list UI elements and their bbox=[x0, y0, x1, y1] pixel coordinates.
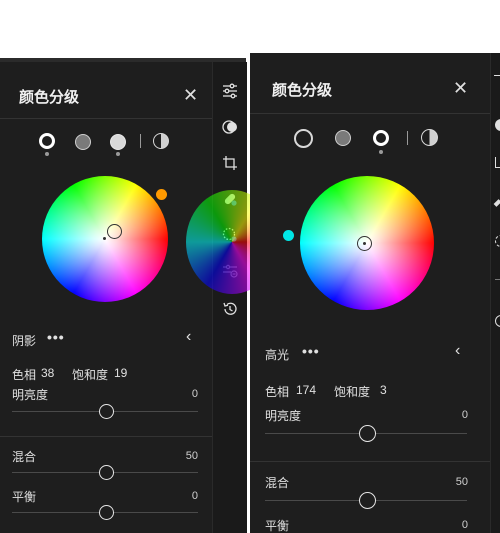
blend-slider-thumb[interactable] bbox=[358, 492, 376, 509]
blend-value[interactable]: 50 bbox=[440, 476, 468, 488]
tint-swatch bbox=[283, 230, 294, 241]
mode-midtones-button[interactable] bbox=[335, 130, 351, 146]
presets-icon[interactable] bbox=[495, 279, 500, 280]
panel-title: 颜色分级 bbox=[19, 89, 80, 106]
edit-toolbar-cropped bbox=[490, 53, 500, 533]
balance-label: 平衡 bbox=[265, 519, 290, 533]
history-icon[interactable] bbox=[495, 315, 500, 327]
balance-value[interactable]: 0 bbox=[440, 519, 468, 531]
luminance-label: 明亮度 bbox=[265, 409, 302, 423]
mode-indicator-dot bbox=[45, 152, 49, 156]
saturation-label: 饱和度 bbox=[72, 368, 109, 382]
saturation-label: 饱和度 bbox=[334, 385, 371, 399]
hue-label: 色相 bbox=[12, 368, 37, 382]
collapse-chevron[interactable]: ‹ bbox=[186, 328, 191, 346]
mask-icon[interactable] bbox=[495, 119, 500, 131]
mode-separator bbox=[140, 134, 141, 148]
sliders-icon[interactable] bbox=[494, 75, 500, 77]
color-grading-panel-shadows: 颜色分级 ✕ 阴影 ••• ‹ 色相 38 饱和度 19 明亮度 0 混合 50… bbox=[0, 62, 212, 533]
saturation-value[interactable]: 3 bbox=[380, 383, 387, 397]
section-divider bbox=[250, 461, 490, 462]
close-button[interactable]: ✕ bbox=[183, 86, 198, 104]
sliders-icon[interactable] bbox=[221, 82, 239, 100]
crop-icon[interactable] bbox=[495, 157, 500, 168]
close-button[interactable]: ✕ bbox=[453, 79, 468, 97]
collapse-chevron[interactable]: ‹ bbox=[455, 342, 460, 360]
hue-value[interactable]: 174 bbox=[296, 383, 316, 397]
edit-toolbar bbox=[212, 62, 247, 533]
mode-midtones-button[interactable] bbox=[75, 134, 91, 150]
luminance-slider-thumb[interactable] bbox=[98, 404, 114, 419]
saturation-value[interactable]: 19 bbox=[114, 366, 127, 380]
mode-highlights-button[interactable] bbox=[110, 134, 126, 150]
balance-value[interactable]: 0 bbox=[170, 490, 198, 502]
wheel-center-point bbox=[363, 242, 366, 245]
section-label: 阴影 bbox=[12, 334, 37, 348]
mask-icon[interactable] bbox=[221, 118, 239, 136]
blend-label: 混合 bbox=[12, 450, 37, 464]
blend-label: 混合 bbox=[265, 476, 290, 490]
header-divider bbox=[0, 118, 212, 119]
mode-shadows-button[interactable] bbox=[294, 129, 313, 148]
mode-global-button[interactable] bbox=[153, 133, 169, 149]
luminance-slider-thumb[interactable] bbox=[358, 425, 376, 442]
radial-selection-icon[interactable] bbox=[495, 235, 500, 247]
header-divider bbox=[250, 113, 490, 114]
mode-shadows-button[interactable] bbox=[39, 133, 55, 149]
blend-value[interactable]: 50 bbox=[170, 450, 198, 462]
healing-icon[interactable] bbox=[493, 199, 500, 207]
mode-separator bbox=[407, 131, 408, 145]
crop-icon[interactable] bbox=[221, 154, 239, 172]
more-options-button[interactable]: ••• bbox=[302, 343, 320, 359]
balance-label: 平衡 bbox=[12, 490, 37, 504]
panel-title: 颜色分级 bbox=[272, 82, 333, 99]
blend-slider-thumb[interactable] bbox=[98, 465, 114, 480]
section-divider bbox=[0, 436, 212, 437]
section-label: 高光 bbox=[265, 348, 290, 362]
tint-swatch bbox=[156, 189, 167, 200]
more-options-button[interactable]: ••• bbox=[47, 329, 65, 345]
history-icon[interactable] bbox=[221, 300, 239, 318]
luminance-value[interactable]: 0 bbox=[170, 388, 198, 400]
hue-label: 色相 bbox=[265, 385, 290, 399]
mode-indicator-dot bbox=[116, 152, 120, 156]
mode-global-button[interactable] bbox=[421, 129, 438, 146]
mode-indicator-dot bbox=[379, 150, 383, 154]
hue-value[interactable]: 38 bbox=[41, 366, 54, 380]
balance-slider-thumb[interactable] bbox=[98, 505, 114, 520]
mode-highlights-button[interactable] bbox=[373, 130, 389, 146]
color-grading-panel-highlights: 颜色分级 ✕ 高光 ••• ‹ 色相 174 饱和度 3 明亮度 0 混合 50… bbox=[250, 53, 490, 533]
luminance-value[interactable]: 0 bbox=[440, 409, 468, 421]
wheel-handle[interactable] bbox=[107, 224, 122, 239]
wheel-center-point bbox=[103, 237, 106, 240]
luminance-label: 明亮度 bbox=[12, 388, 49, 402]
